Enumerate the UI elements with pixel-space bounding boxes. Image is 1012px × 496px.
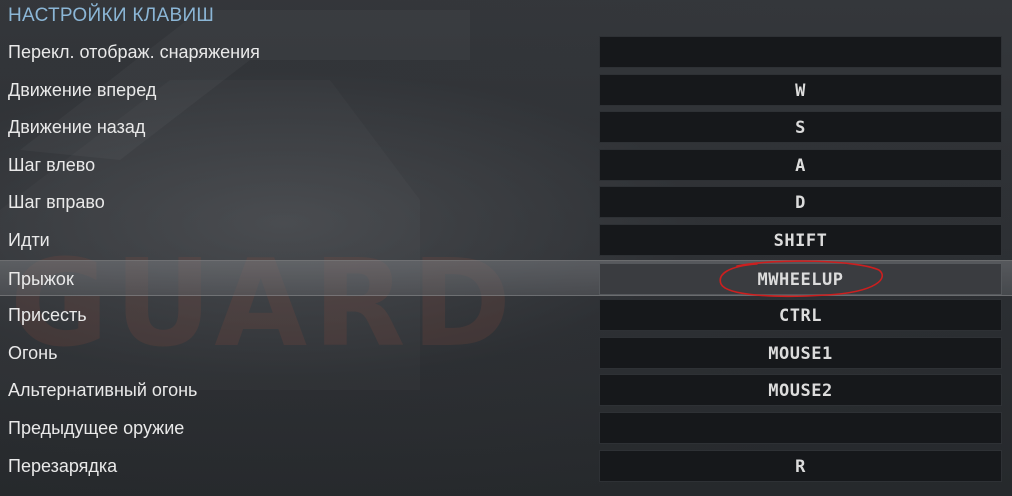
binding-label: Шаг вправо <box>8 192 105 213</box>
binding-row[interactable]: Альтернативный огонь MOUSE2 <box>0 372 1012 408</box>
binding-row[interactable]: Идти SHIFT <box>0 222 1012 258</box>
binding-label: Перезарядка <box>8 455 118 476</box>
binding-key-field[interactable]: A <box>599 148 1002 181</box>
binding-label: Альтернативный огонь <box>8 380 198 401</box>
binding-row[interactable]: Прыжок MWHEELUP <box>0 259 1012 296</box>
binding-key-field[interactable]: MOUSE1 <box>599 336 1002 369</box>
binding-key-field[interactable]: R <box>599 449 1002 482</box>
binding-row[interactable]: Огонь MOUSE1 <box>0 335 1012 371</box>
binding-row[interactable]: Шаг влево A <box>0 147 1012 183</box>
binding-key-field[interactable]: MWHEELUP <box>599 262 1002 295</box>
key-bindings-panel: НАСТРОЙКИ КЛАВИШ Перекл. отображ. снаряж… <box>0 0 1012 496</box>
binding-label: Движение вперед <box>8 79 157 100</box>
binding-row[interactable]: Предыдущее оружие <box>0 410 1012 446</box>
binding-label: Прыжок <box>8 268 74 289</box>
binding-label: Огонь <box>8 342 58 363</box>
binding-row[interactable]: Перекл. отображ. снаряжения <box>0 34 1012 70</box>
binding-row[interactable]: Перезарядка R <box>0 448 1012 484</box>
binding-key-field[interactable]: SHIFT <box>599 224 1002 256</box>
binding-label: Идти <box>8 230 50 250</box>
binding-key-field[interactable]: W <box>599 73 1002 106</box>
binding-key-field[interactable]: CTRL <box>599 299 1002 332</box>
binding-label: Движение назад <box>8 117 146 138</box>
binding-label: Перекл. отображ. снаряжения <box>8 42 260 62</box>
binding-row[interactable]: Шаг вправо D <box>0 184 1012 220</box>
binding-label: Предыдущее оружие <box>8 418 185 438</box>
binding-row[interactable]: Присесть CTRL <box>0 297 1012 333</box>
binding-row[interactable]: Движение вперед W <box>0 72 1012 108</box>
binding-label: Присесть <box>8 305 87 326</box>
binding-key-field[interactable]: D <box>599 186 1002 219</box>
binding-key-field[interactable]: MOUSE2 <box>599 374 1002 407</box>
binding-key-field[interactable] <box>599 36 1002 68</box>
section-title: НАСТРОЙКИ КЛАВИШ <box>8 5 215 26</box>
binding-row[interactable]: Движение назад S <box>0 109 1012 145</box>
binding-key-field[interactable] <box>599 412 1002 444</box>
binding-key-field[interactable]: S <box>599 111 1002 144</box>
binding-label: Шаг влево <box>8 154 96 175</box>
